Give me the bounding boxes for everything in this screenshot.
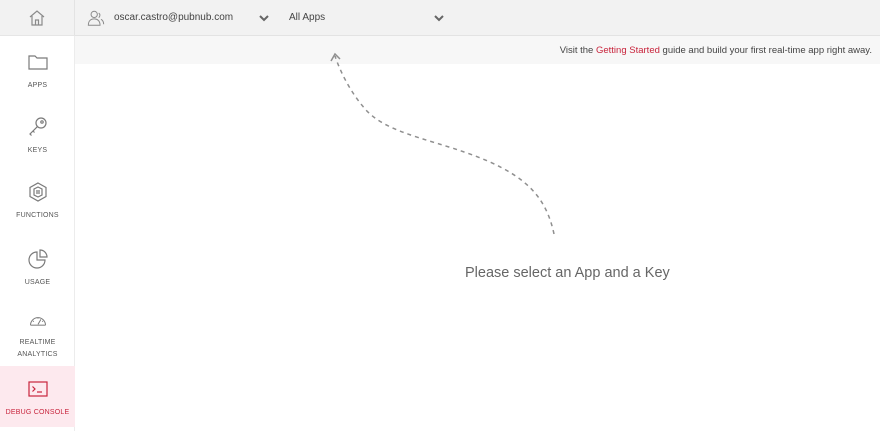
sidebar-item-keys[interactable]: KEYS [0,115,75,157]
app-select[interactable]: All Apps [289,12,325,23]
sidebar-item-label: USAGE [24,279,51,286]
account-email[interactable]: oscar.castro@pubnub.com [114,12,233,23]
top-bar: oscar.castro@pubnub.com All Apps [75,0,880,36]
dashed-arrow-icon [330,52,555,235]
banner-text: Visit the Getting Started guide and buil… [560,45,872,56]
home-button[interactable] [0,0,75,36]
sidebar-item-label: DEBUG CONSOLE [5,409,70,416]
folder-icon [27,55,48,70]
getting-started-link[interactable]: Getting Started [596,45,660,56]
sidebar-item-functions[interactable]: FUNCTIONS [0,180,75,222]
sidebar-item-label: REALTIME ANALYTICS [17,339,58,358]
key-icon [28,117,47,136]
sidebar-item-usage[interactable]: USAGE [0,247,75,289]
home-icon [29,9,45,26]
sidebar-item-debug-console[interactable]: DEBUG CONSOLE [0,366,75,427]
banner-suffix: guide and build your first real-time app… [662,45,872,56]
sidebar-item-realtime-analytics[interactable]: REALTIME ANALYTICS [0,311,75,361]
chevron-down-icon[interactable] [433,12,445,24]
sidebar-item-apps[interactable]: APPS [0,50,75,92]
sidebar-item-label: APPS [27,82,48,89]
sidebar: APPS KEYS FUNCTIONS USAGE REALTIME ANALY… [0,0,75,431]
sidebar-item-label: FUNCTIONS [16,212,59,219]
terminal-icon [27,381,48,397]
gauge-icon [29,317,46,326]
sidebar-item-label: KEYS [27,147,48,154]
empty-state-message: Please select an App and a Key [465,265,670,281]
user-icon [87,10,105,26]
functions-icon [28,182,47,202]
pie-chart-icon [27,249,48,269]
chevron-down-icon[interactable] [258,12,270,24]
